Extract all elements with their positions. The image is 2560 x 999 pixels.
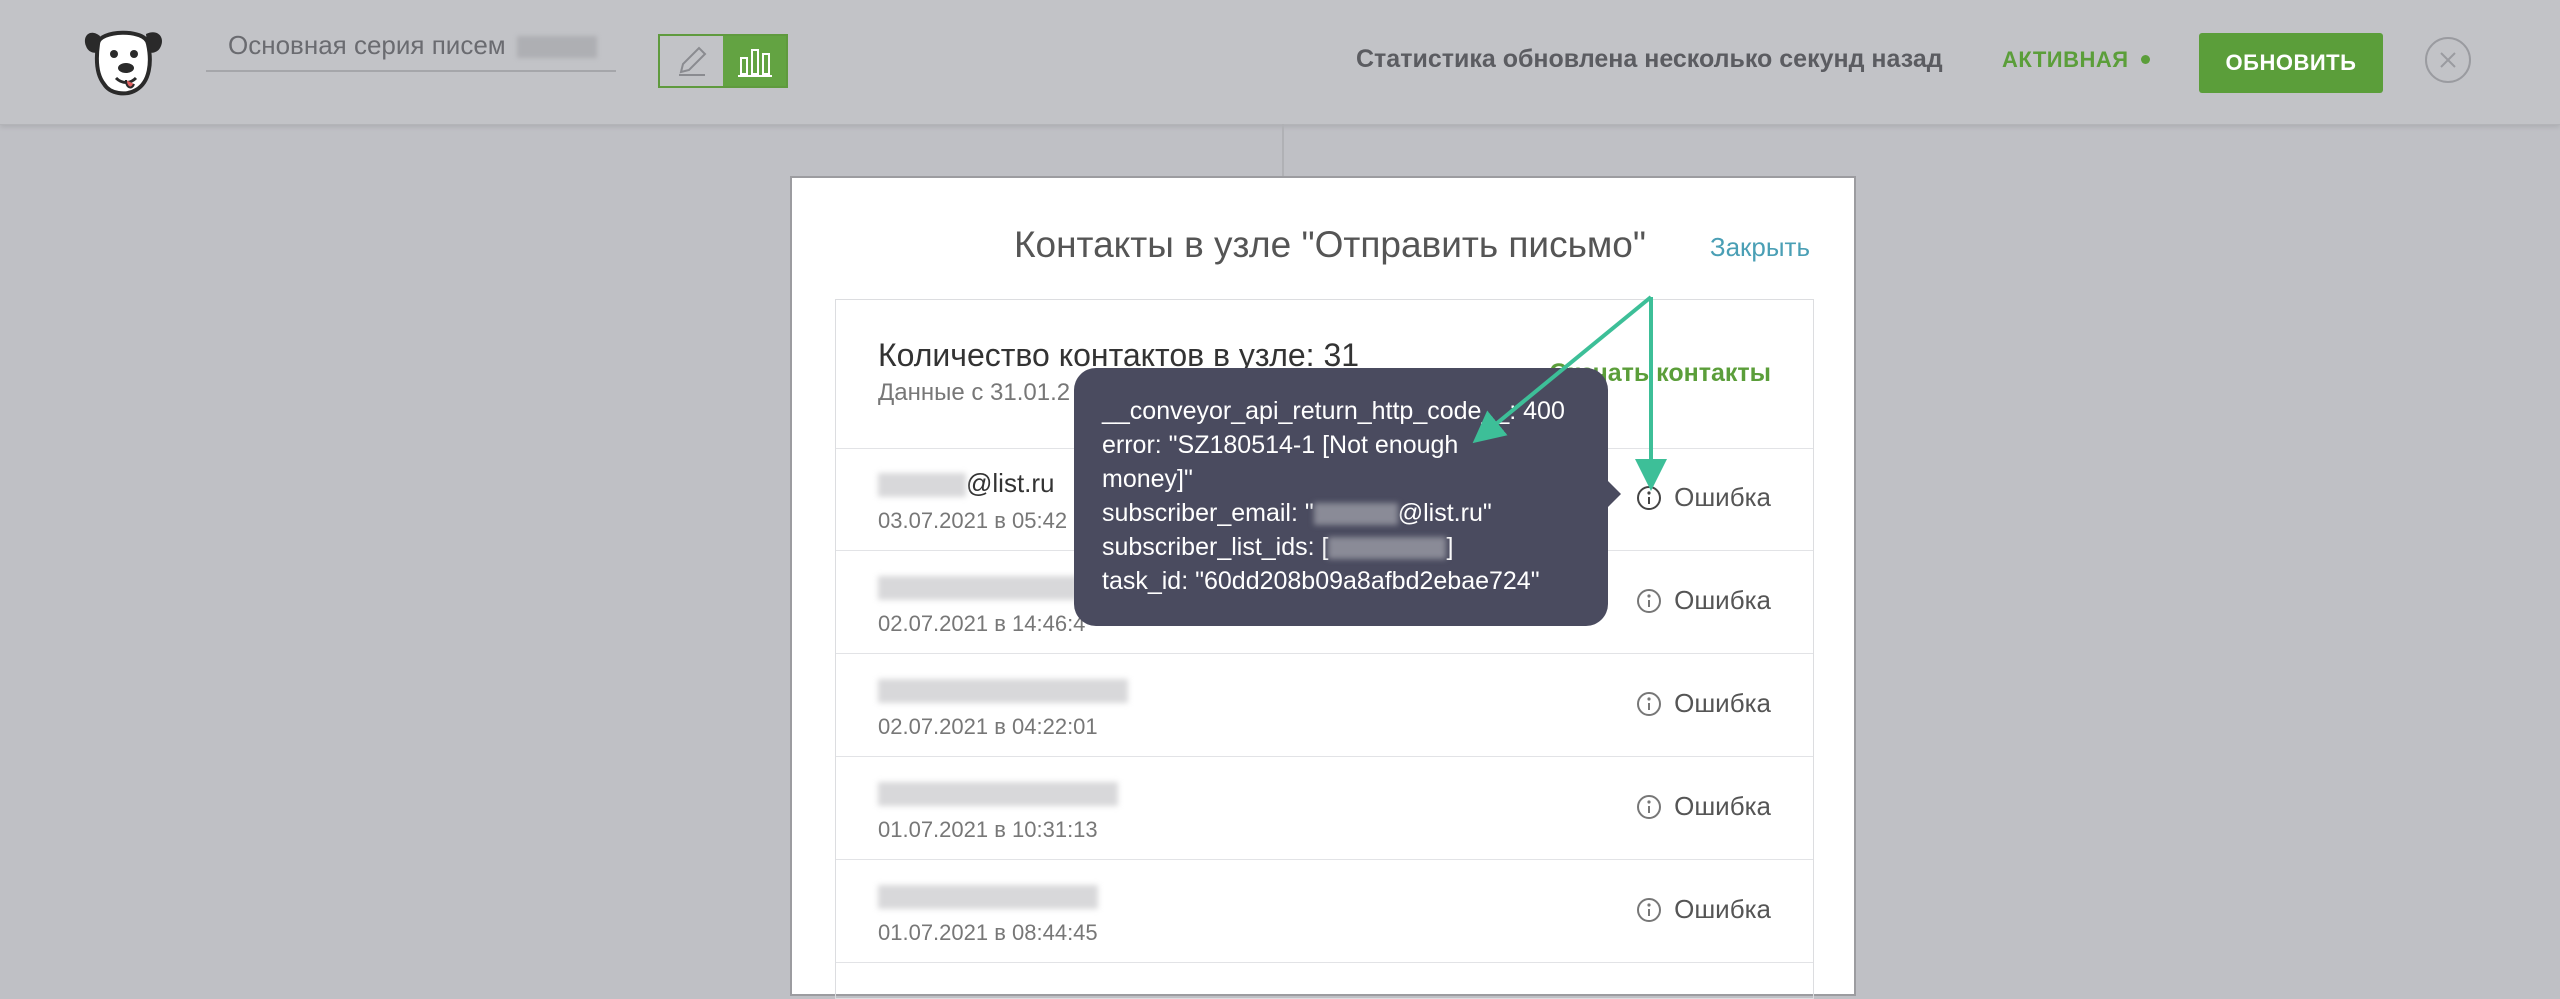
status-label: АКТИВНАЯ [2002,47,2129,72]
pencil-icon [678,46,706,76]
email-redacted [878,473,966,498]
info-icon[interactable] [1636,588,1662,614]
mode-toggle [658,34,788,88]
tooltip-list-ids: subscriber_list_ids: [] [1102,533,1454,561]
contact-email [878,571,1078,602]
contact-status[interactable]: Ошибка [1636,791,1771,822]
modal-title: Контакты в узле "Отправить письмо" [1013,224,1647,265]
contact-row[interactable]: 01.07.2021 в 08:44:45 Ошибка [836,860,1813,963]
refresh-button[interactable]: ОБНОВИТЬ [2199,33,2383,93]
redacted-value [1313,503,1398,526]
redacted-value [1328,537,1447,560]
tooltip-subscriber-email: subscriber_email: " @list.ru" [1102,499,1492,527]
status-badge: АКТИВНАЯ [2002,47,2150,73]
contact-email [878,777,1118,808]
info-icon[interactable] [1636,794,1662,820]
edit-mode-button[interactable] [660,36,723,86]
status-text: Ошибка [1674,482,1771,512]
contact-date: 01.07.2021 в 10:31:13 [878,817,1098,842]
contact-email [878,674,1128,705]
tooltip-error: error: "SZ180514-1 [Not enough [1102,431,1459,459]
contact-status[interactable]: Ошибка [1636,482,1771,513]
flow-connector-line [1282,124,1284,176]
top-header: Основная серия писем Статистика обновлен… [0,0,2560,125]
status-dot-icon [2140,54,2150,64]
contact-date: 02.07.2021 в 14:46:4 [878,611,1086,636]
contact-date: 02.07.2021 в 04:22:01 [878,714,1098,739]
close-icon [2440,52,2456,68]
contacts-data-since: Данные с 31.01.2 [878,379,1071,406]
tooltip-http-code: __conveyor_api_return_http_code__: 400 [1102,397,1565,425]
email-redacted [878,679,1128,704]
status-text: Ошибка [1674,791,1771,821]
info-icon[interactable] [1636,691,1662,717]
modal-close-link[interactable]: Закрыть [1710,232,1810,263]
email-redacted [878,885,1098,910]
stats-mode-button[interactable] [723,36,786,86]
series-name-redacted [516,36,597,59]
tooltip-task-id: task_id: "60dd208b09a8afbd2ebae724" [1102,567,1540,595]
contact-status[interactable]: Ошибка [1636,688,1771,719]
dog-logo-icon[interactable] [80,22,166,98]
contact-email: @list.ru [878,468,1055,499]
tooltip-error-cont: money]" [1102,465,1193,493]
status-text: Ошибка [1674,894,1771,924]
contact-email [878,880,1098,911]
status-text: Ошибка [1674,688,1771,718]
email-redacted [878,782,1118,807]
status-text: Ошибка [1674,585,1771,615]
info-icon[interactable] [1636,485,1662,511]
info-icon[interactable] [1636,897,1662,923]
error-tooltip: __conveyor_api_return_http_code__: 400 e… [1074,368,1608,626]
contact-status[interactable]: Ошибка [1636,894,1771,925]
series-name-text: Основная серия писем [228,30,506,60]
contact-row[interactable]: 01.07.2021 в 10:31:13 Ошибка [836,757,1813,860]
email-redacted [878,576,1078,601]
contact-row[interactable]: 02.07.2021 в 04:22:01 Ошибка [836,654,1813,757]
bar-chart-icon [737,49,772,77]
stats-updated-text: Статистика обновлена несколько секунд на… [1356,45,1943,73]
tooltip-pointer [1607,480,1621,508]
close-editor-button[interactable] [2425,37,2471,83]
contact-status[interactable]: Ошибка [1636,585,1771,616]
contact-date: 01.07.2021 в 08:44:45 [878,920,1098,945]
series-name-field[interactable]: Основная серия писем [206,28,616,72]
contact-email-domain: @list.ru [966,468,1055,498]
contact-date: 03.07.2021 в 05:42 [878,508,1068,533]
